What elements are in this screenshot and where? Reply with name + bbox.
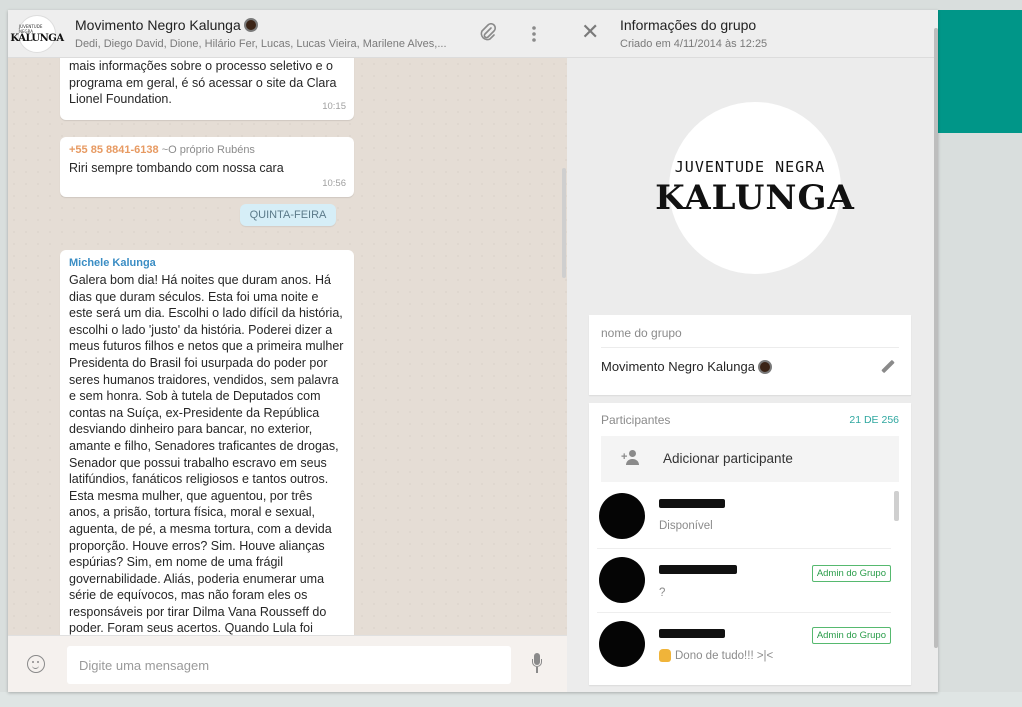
add-participant-button[interactable]: + Adicionar participante	[601, 436, 899, 482]
paperclip-icon[interactable]	[478, 23, 498, 43]
participant-avatar[interactable]	[599, 557, 645, 603]
chat-header[interactable]: JUVENTUDE NEGRA KALUNGA Movimento Negro …	[8, 10, 567, 58]
divider	[601, 347, 899, 348]
kebab-menu-icon[interactable]	[530, 24, 538, 44]
message-text: Riri sempre tombando com nossa cara	[69, 161, 284, 175]
edit-pencil-icon[interactable]	[881, 359, 895, 374]
info-header: ✕ Informações do grupo Criado em 4/11/20…	[567, 10, 938, 58]
avatar-text: KALUNGA	[10, 33, 64, 44]
message-bubble[interactable]: mais informações sobre o processo seleti…	[60, 58, 354, 120]
participants-scrollbar[interactable]	[894, 491, 899, 521]
participant-status: Dono de tudo!!! >|<	[659, 649, 773, 662]
whatsapp-web-window: JUVENTUDE NEGRA KALUNGA Movimento Negro …	[8, 10, 938, 692]
participant-row[interactable]: ? Admin do Grupo	[597, 549, 891, 613]
chat-scrollbar[interactable]	[562, 168, 566, 278]
microphone-icon[interactable]	[532, 653, 542, 675]
smiley-icon[interactable]	[27, 655, 45, 673]
redacted-name	[659, 499, 725, 508]
message-input[interactable]	[67, 646, 511, 684]
redacted-name	[659, 629, 725, 638]
close-icon[interactable]: ✕	[581, 21, 599, 43]
compose-bar	[8, 635, 567, 692]
message-sender: +55 85 8841-6138 ~O próprio Rubéns	[69, 143, 345, 157]
message-bubble[interactable]: Michele Kalunga Galera bom dia! Há noite…	[60, 250, 354, 635]
face-emoji-icon	[243, 18, 258, 32]
group-photo[interactable]: JUVENTUDE NEGRA KALUNGA	[655, 102, 854, 274]
sender-phone[interactable]: +55 85 8841-6138	[69, 144, 159, 156]
date-divider: QUINTA-FEIRA	[240, 204, 336, 226]
message-time: 10:15	[322, 101, 346, 113]
message-text: Galera bom dia! Há noites que duram anos…	[69, 273, 344, 635]
message-sender[interactable]: Michele Kalunga	[69, 256, 345, 270]
chat-members-line: Dedi, Diego David, Dione, Hilário Fer, L…	[75, 38, 447, 50]
participant-status: Disponível	[659, 520, 713, 532]
sender-alias: ~O próprio Rubéns	[161, 144, 255, 156]
group-info-pane: ✕ Informações do grupo Criado em 4/11/20…	[567, 10, 938, 692]
info-scrollbar[interactable]	[934, 28, 938, 648]
chat-title[interactable]: Movimento Negro Kalunga	[75, 17, 258, 33]
logo-big-text: KALUNGA	[655, 178, 855, 218]
participant-row[interactable]: Dono de tudo!!! >|< Admin do Grupo	[597, 613, 891, 677]
participant-avatar[interactable]	[599, 621, 645, 667]
accent-stripe	[938, 10, 1022, 133]
participants-count: 21 DE 256	[849, 414, 899, 426]
group-name-label: nome do grupo	[601, 326, 682, 340]
participant-avatar[interactable]	[599, 493, 645, 539]
hand-emoji-icon	[659, 649, 671, 662]
message-text: mais informações sobre o processo seleti…	[69, 59, 337, 107]
admin-badge: Admin do Grupo	[811, 565, 891, 582]
message-time: 10:56	[322, 178, 346, 190]
redacted-name	[659, 565, 737, 574]
participants-card: Participantes 21 DE 256 + Adicionar part…	[589, 403, 911, 685]
participant-status: ?	[659, 587, 666, 599]
chat-pane: JUVENTUDE NEGRA KALUNGA Movimento Negro …	[8, 10, 567, 692]
add-participant-label: Adicionar participante	[663, 451, 793, 466]
created-date: Criado em 4/11/2014 às 12:25	[620, 38, 768, 50]
logo-small-text: JUVENTUDE NEGRA	[674, 158, 826, 176]
info-title: Informações do grupo	[620, 17, 757, 33]
face-emoji-icon	[757, 359, 772, 374]
group-name-value: Movimento Negro Kalunga	[601, 359, 772, 374]
page-background-band	[0, 692, 1022, 707]
admin-badge: Admin do Grupo	[811, 627, 891, 644]
group-name-card: nome do grupo Movimento Negro Kalunga	[589, 315, 911, 395]
message-bubble[interactable]: +55 85 8841-6138 ~O próprio Rubéns Riri …	[60, 137, 354, 197]
participant-row[interactable]: Disponível	[597, 485, 891, 549]
add-person-icon: +	[621, 450, 641, 468]
message-list[interactable]: mais informações sobre o processo seleti…	[8, 58, 567, 635]
chat-title-text: Movimento Negro Kalunga	[75, 17, 241, 33]
group-avatar[interactable]: JUVENTUDE NEGRA KALUNGA	[10, 15, 64, 53]
group-name-text: Movimento Negro Kalunga	[601, 359, 755, 374]
participants-label: Participantes	[601, 413, 671, 427]
